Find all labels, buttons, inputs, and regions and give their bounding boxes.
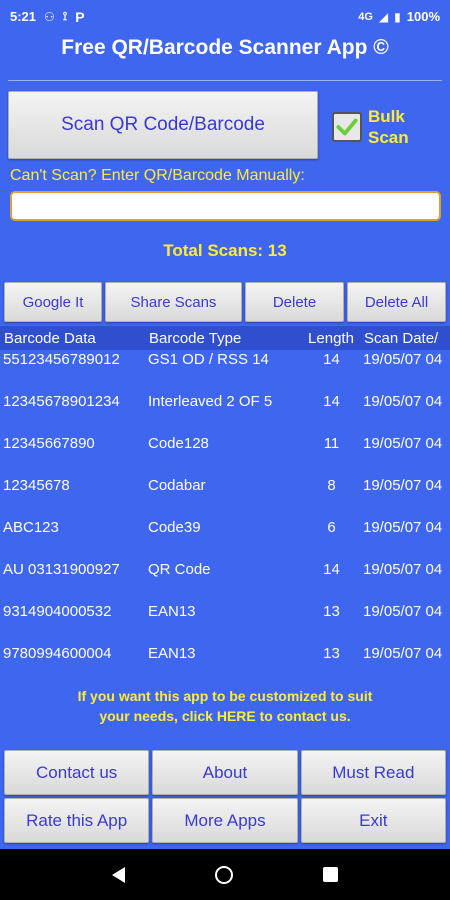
cell-length: 14 (323, 561, 340, 578)
usb-icon: ⟟ (62, 9, 68, 23)
bulk-scan-checkbox[interactable] (332, 112, 362, 142)
must-read-button[interactable]: Must Read (300, 750, 446, 795)
status-time: 5:21 (10, 9, 37, 24)
cell-scan-date: 19/05/07 04 (363, 645, 443, 662)
cell-barcode-data: 12345667890 (3, 435, 95, 452)
parking-icon: P (75, 8, 85, 25)
action-toolbar: Google It Share Scans Delete Delete All (4, 282, 446, 322)
signal-icon: ◢ (378, 9, 389, 24)
cell-barcode-type: QR Code (148, 561, 211, 578)
cell-length: 8 (327, 477, 336, 494)
cell-scan-date: 19/05/07 04 (363, 519, 443, 536)
cell-barcode-type: Codabar (148, 477, 206, 494)
scans-table: Barcode Data Barcode Type Length Scan Da… (0, 326, 450, 676)
about-button[interactable]: About (152, 750, 298, 795)
bulk-scan-toggle[interactable]: Bulk Scan (332, 106, 428, 148)
title-divider (8, 80, 442, 81)
table-row[interactable]: AU 03131900927 QR Code 14 19/05/07 04 (0, 560, 450, 602)
bottom-menu: Contact us About Must Read Rate this App… (4, 750, 446, 843)
back-icon[interactable] (112, 866, 125, 883)
header-barcode-type[interactable]: Barcode Type (145, 330, 300, 347)
manual-entry-input[interactable] (10, 191, 441, 221)
cell-scan-date: 19/05/07 04 (363, 603, 443, 620)
header-barcode-data[interactable]: Barcode Data (0, 330, 145, 347)
table-row[interactable]: 12345678901234 Interleaved 2 OF 5 14 19/… (0, 392, 450, 434)
cell-barcode-type: Code128 (148, 435, 209, 452)
cell-barcode-data: 12345678 (3, 477, 70, 494)
header-scan-date[interactable]: Scan Date/ (360, 330, 450, 347)
google-it-button[interactable]: Google It (4, 282, 102, 322)
cell-barcode-type: GS1 OD / RSS 14 (148, 351, 269, 368)
battery-percent: 100% (406, 9, 440, 24)
table-row[interactable]: 55123456789012 GS1 OD / RSS 14 14 19/05/… (0, 350, 450, 392)
cell-barcode-type: Code39 (148, 519, 201, 536)
battery-icon: ▮ (394, 9, 401, 24)
customize-contact-link[interactable]: If you want this app to be customized to… (20, 686, 430, 726)
cell-scan-date: 19/05/07 04 (363, 477, 443, 494)
cell-scan-date: 19/05/07 04 (363, 561, 443, 578)
cell-length: 11 (323, 435, 340, 452)
more-apps-button[interactable]: More Apps (152, 798, 298, 843)
table-row[interactable]: ABC123 Code39 6 19/05/07 04 (0, 518, 450, 560)
cell-barcode-data: 55123456789012 (3, 351, 120, 368)
exit-button[interactable]: Exit (300, 798, 446, 843)
cell-barcode-data: 12345678901234 (3, 393, 120, 410)
status-bar: 5:21 ⚇ ⟟ P 4G ◢ ▮ 100% (0, 0, 450, 33)
cell-scan-date: 19/05/07 04 (363, 435, 443, 452)
network-type: 4G (358, 10, 373, 23)
table-header: Barcode Data Barcode Type Length Scan Da… (0, 326, 450, 350)
home-icon[interactable] (215, 865, 233, 884)
rate-app-button[interactable]: Rate this App (4, 798, 150, 843)
cell-barcode-type: EAN13 (148, 645, 196, 662)
delete-button[interactable]: Delete (245, 282, 344, 322)
total-scans: Total Scans: 13 (163, 241, 287, 260)
voicemail-icon: ⚇ (44, 9, 55, 24)
cell-barcode-data: 9780994600004 (3, 645, 112, 662)
app-title: Free QR/Barcode Scanner App © (61, 36, 389, 59)
share-scans-button[interactable]: Share Scans (105, 282, 242, 322)
cell-scan-date: 19/05/07 04 (363, 393, 443, 410)
header-length[interactable]: Length (300, 330, 360, 347)
scan-button[interactable]: Scan QR Code/Barcode (8, 91, 318, 159)
cell-length: 13 (323, 603, 340, 620)
cell-length: 14 (323, 351, 340, 368)
cell-scan-date: 19/05/07 04 (363, 351, 443, 368)
cell-barcode-data: ABC123 (3, 519, 59, 536)
manual-entry-label: Can't Scan? Enter QR/Barcode Manually: (10, 167, 305, 184)
cell-length: 14 (323, 393, 340, 410)
cell-barcode-data: AU 03131900927 (3, 561, 120, 578)
cell-barcode-type: EAN13 (148, 603, 196, 620)
recent-apps-icon[interactable] (323, 867, 338, 882)
table-row[interactable]: 9780994600004 EAN13 13 19/05/07 04 (0, 644, 450, 676)
table-row[interactable]: 12345678 Codabar 8 19/05/07 04 (0, 476, 450, 518)
table-row[interactable]: 12345667890 Code128 11 19/05/07 04 (0, 434, 450, 476)
table-row[interactable]: 9314904000532 EAN13 13 19/05/07 04 (0, 602, 450, 644)
system-nav-bar (0, 849, 450, 900)
checkmark-icon (336, 118, 358, 136)
cell-barcode-type: Interleaved 2 OF 5 (148, 393, 273, 410)
contact-us-button[interactable]: Contact us (4, 750, 150, 795)
bulk-scan-label: Bulk Scan (368, 107, 409, 147)
cell-length: 6 (327, 519, 336, 536)
cell-barcode-data: 9314904000532 (3, 603, 112, 620)
cell-length: 13 (323, 645, 340, 662)
delete-all-button[interactable]: Delete All (347, 282, 446, 322)
